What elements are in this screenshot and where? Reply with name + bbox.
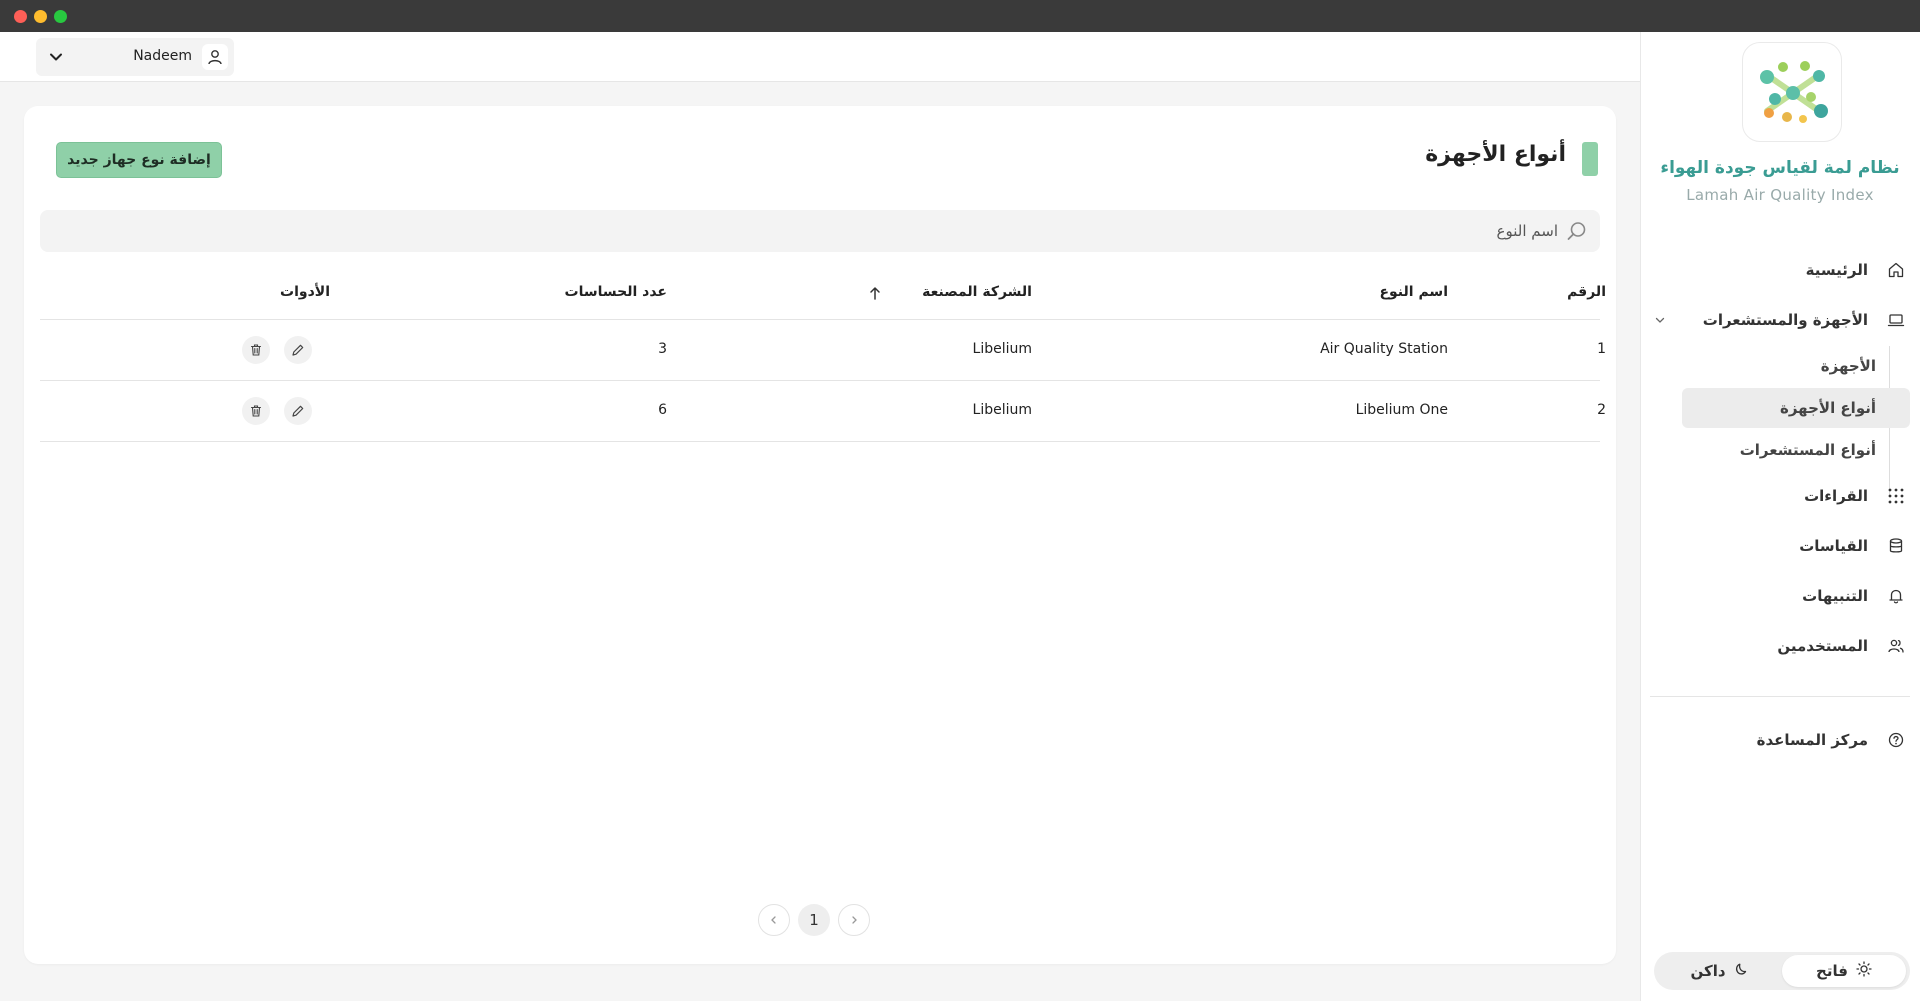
- sidebar-item-label: القراءات: [1804, 487, 1868, 505]
- cell-manufacturer: Libelium: [972, 341, 1032, 357]
- help-icon: [1886, 730, 1906, 750]
- sidebar-divider: [1650, 696, 1910, 697]
- trash-icon[interactable]: [242, 397, 270, 425]
- chevron-down-icon: [46, 47, 66, 67]
- edit-icon[interactable]: [284, 397, 312, 425]
- theme-light-option[interactable]: فاتح: [1782, 955, 1906, 987]
- row-divider: [40, 380, 1600, 381]
- cell-sensor-count: 3: [658, 341, 667, 357]
- sidebar-item-label: التنبيهات: [1802, 587, 1868, 605]
- cell-sensor-count: 6: [658, 402, 667, 418]
- trash-icon[interactable]: [242, 336, 270, 364]
- top-header: Nadeem: [0, 32, 1640, 82]
- user-icon: [202, 44, 228, 70]
- sidebar-item-help-center[interactable]: مركز المساعدة: [1650, 720, 1906, 760]
- bell-icon: [1886, 586, 1906, 606]
- window-maximize-button[interactable]: [54, 10, 67, 23]
- row-divider: [40, 441, 1600, 442]
- page-title: أنواع الأجهزة: [1425, 142, 1566, 167]
- column-header-sensor-count[interactable]: عدد الحساسات: [565, 284, 667, 300]
- sidebar-item-label: مركز المساعدة: [1756, 731, 1868, 749]
- add-device-type-button[interactable]: إضافة نوع جهاز جديد: [56, 142, 222, 178]
- theme-light-label: فاتح: [1816, 962, 1848, 980]
- chevron-down-icon[interactable]: [1650, 310, 1670, 330]
- database-icon: [1886, 536, 1906, 556]
- user-name: Nadeem: [133, 48, 192, 64]
- sidebar-item-devices-sensors[interactable]: الأجهزة والمستشعرات: [1650, 300, 1906, 340]
- app-logo: [1742, 42, 1842, 142]
- column-header-number[interactable]: الرقم: [1567, 284, 1606, 300]
- column-header-manufacturer[interactable]: الشركة المصنعة: [922, 284, 1032, 300]
- home-icon: [1886, 260, 1906, 280]
- sidebar-item-label: الأجهزة والمستشعرات: [1702, 311, 1868, 329]
- user-menu[interactable]: Nadeem: [36, 38, 234, 76]
- search-icon: [1566, 220, 1588, 242]
- cell-number: 2: [1597, 402, 1606, 418]
- window-titlebar: [0, 0, 1920, 32]
- sidebar-item-home[interactable]: الرئيسية: [1650, 250, 1906, 290]
- sun-icon: [1856, 961, 1872, 981]
- window-close-button[interactable]: [14, 10, 27, 23]
- cell-type-name: Libelium One: [1355, 402, 1448, 418]
- sidebar-subitem-sensor-types[interactable]: أنواع المستشعرات: [1668, 430, 1894, 470]
- sort-ascending-icon[interactable]: [869, 286, 881, 304]
- users-icon: [1886, 636, 1906, 656]
- sidebar-subitem-device-types[interactable]: أنواع الأجهزة: [1682, 388, 1910, 428]
- app-subtitle: Lamah Air Quality Index: [1686, 186, 1874, 204]
- sidebar: نظام لمة لقياس جودة الهواء Lamah Air Qua…: [1640, 32, 1920, 1001]
- sidebar-item-label: المستخدمين: [1777, 637, 1868, 655]
- column-header-tools: الأدوات: [280, 284, 330, 300]
- sidebar-subitem-devices[interactable]: الأجهزة: [1668, 346, 1894, 386]
- sidebar-item-users[interactable]: المستخدمين: [1650, 626, 1906, 666]
- pagination-prev-button[interactable]: [758, 904, 790, 936]
- sidebar-item-measurements[interactable]: القياسات: [1650, 526, 1906, 566]
- pagination-page[interactable]: 1: [798, 904, 830, 936]
- sidebar-item-alerts[interactable]: التنبيهات: [1650, 576, 1906, 616]
- main-card: أنواع الأجهزة إضافة نوع جهاز جديد الرقم …: [24, 106, 1616, 964]
- cell-type-name: Air Quality Station: [1320, 341, 1448, 357]
- sidebar-item-label: الرئيسية: [1805, 261, 1868, 279]
- grid-icon: [1886, 486, 1906, 506]
- cell-number: 1: [1597, 341, 1606, 357]
- laptop-icon: [1886, 310, 1906, 330]
- sidebar-item-label: القياسات: [1799, 537, 1868, 555]
- pagination-next-button[interactable]: [838, 904, 870, 936]
- cell-manufacturer: Libelium: [972, 402, 1032, 418]
- theme-dark-option[interactable]: داكن: [1658, 955, 1782, 987]
- theme-toggle: فاتح داكن: [1654, 952, 1910, 990]
- window-minimize-button[interactable]: [34, 10, 47, 23]
- theme-dark-label: داكن: [1690, 962, 1726, 980]
- sidebar-item-readings[interactable]: القراءات: [1650, 476, 1906, 516]
- app-title: نظام لمة لقياس جودة الهواء: [1660, 158, 1900, 178]
- search-input[interactable]: [78, 216, 1558, 246]
- table-header-divider: [40, 319, 1600, 320]
- edit-icon[interactable]: [284, 336, 312, 364]
- moon-icon: [1734, 961, 1750, 981]
- search-box: [40, 210, 1600, 252]
- title-accent: [1582, 142, 1598, 176]
- column-header-type-name[interactable]: اسم النوع: [1379, 284, 1448, 300]
